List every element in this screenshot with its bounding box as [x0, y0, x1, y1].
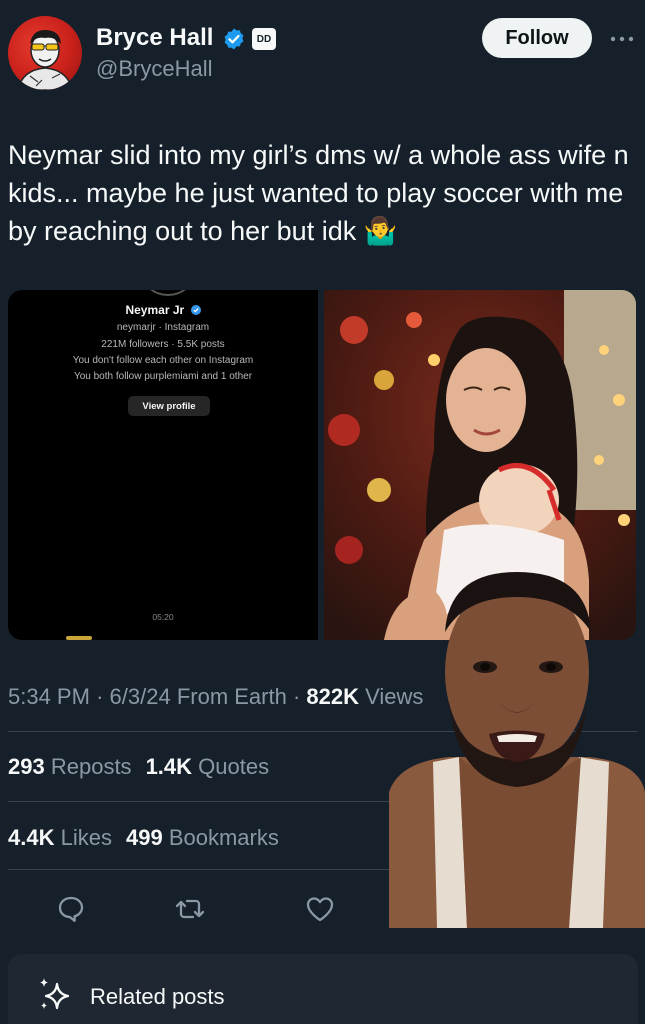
- post-time[interactable]: 5:34 PM: [8, 684, 90, 709]
- reaction-overlay-photo: [389, 572, 645, 928]
- views-count: 822K: [306, 684, 360, 709]
- related-posts-label: Related posts: [90, 984, 225, 1009]
- like-icon[interactable]: [305, 894, 335, 924]
- post-date[interactable]: 6/3/24: [110, 684, 171, 709]
- reposts-count: 293: [8, 754, 45, 779]
- avatar[interactable]: [8, 16, 82, 90]
- separator-dot: ·: [292, 684, 307, 709]
- quotes-count: 1.4K: [145, 754, 193, 779]
- handle[interactable]: @BryceHall: [96, 56, 212, 82]
- quotes-label: Quotes: [198, 754, 270, 779]
- ig-time: 05:20: [152, 612, 174, 622]
- stats-row-reposts: 293 Reposts 1.4K Quotes: [8, 754, 269, 780]
- ig-verified-icon: [190, 305, 201, 315]
- likes-link[interactable]: 4.4K Likes: [8, 825, 112, 850]
- stats-row-likes: 4.4K Likes 499 Bookmarks: [8, 825, 279, 851]
- post-meta: 5:34 PM · 6/3/24 From Earth · 822K Views: [8, 684, 423, 710]
- repost-icon[interactable]: [175, 894, 205, 924]
- reply-icon[interactable]: [56, 894, 86, 924]
- follow-button[interactable]: Follow: [482, 18, 592, 58]
- bookmarks-label: Bookmarks: [168, 825, 279, 850]
- display-name[interactable]: Bryce Hall: [96, 24, 213, 52]
- likes-count: 4.4K: [8, 825, 55, 850]
- verified-icon: [224, 28, 244, 50]
- ig-subtitle: neymarjr · Instagram: [116, 322, 210, 333]
- reposts-link[interactable]: 293 Reposts: [8, 754, 132, 779]
- separator-dot: ·: [96, 684, 110, 709]
- related-posts-card[interactable]: Related posts: [8, 954, 638, 1024]
- media-image-instagram-dm[interactable]: Neymar Jr neymarjr · Instagram 221M foll…: [8, 290, 318, 640]
- bookmarks-link[interactable]: 499 Bookmarks: [126, 825, 279, 850]
- quotes-link[interactable]: 1.4K Quotes: [146, 754, 270, 779]
- ig-stats: 221M followers · 5.5K posts: [101, 339, 225, 350]
- ig-profile-name: Neymar Jr: [8, 303, 318, 317]
- post-source: From Earth: [176, 684, 287, 709]
- likes-label: Likes: [60, 825, 112, 850]
- ig-bottom-decoration: [66, 636, 92, 640]
- view-profile-button: View profile: [128, 396, 210, 416]
- more-icon[interactable]: [610, 36, 634, 42]
- ig-mutuals: You both follow purplemiami and 1 other: [73, 371, 253, 382]
- ig-follow-status: You don't follow each other on Instagram: [72, 355, 254, 366]
- sparkle-icon: [40, 978, 70, 1010]
- tweet-text: Neymar slid into my girl’s dms w/ a whol…: [8, 140, 629, 246]
- reposts-label: Reposts: [50, 754, 132, 779]
- bookmarks-count: 499: [125, 825, 163, 850]
- ig-profile-name-text: Neymar Jr: [125, 303, 185, 317]
- affiliate-badge[interactable]: DD: [252, 28, 276, 50]
- ig-avatar-edge: [143, 290, 193, 296]
- tweet-header: Bryce Hall DD @BryceHall Follow: [0, 0, 645, 100]
